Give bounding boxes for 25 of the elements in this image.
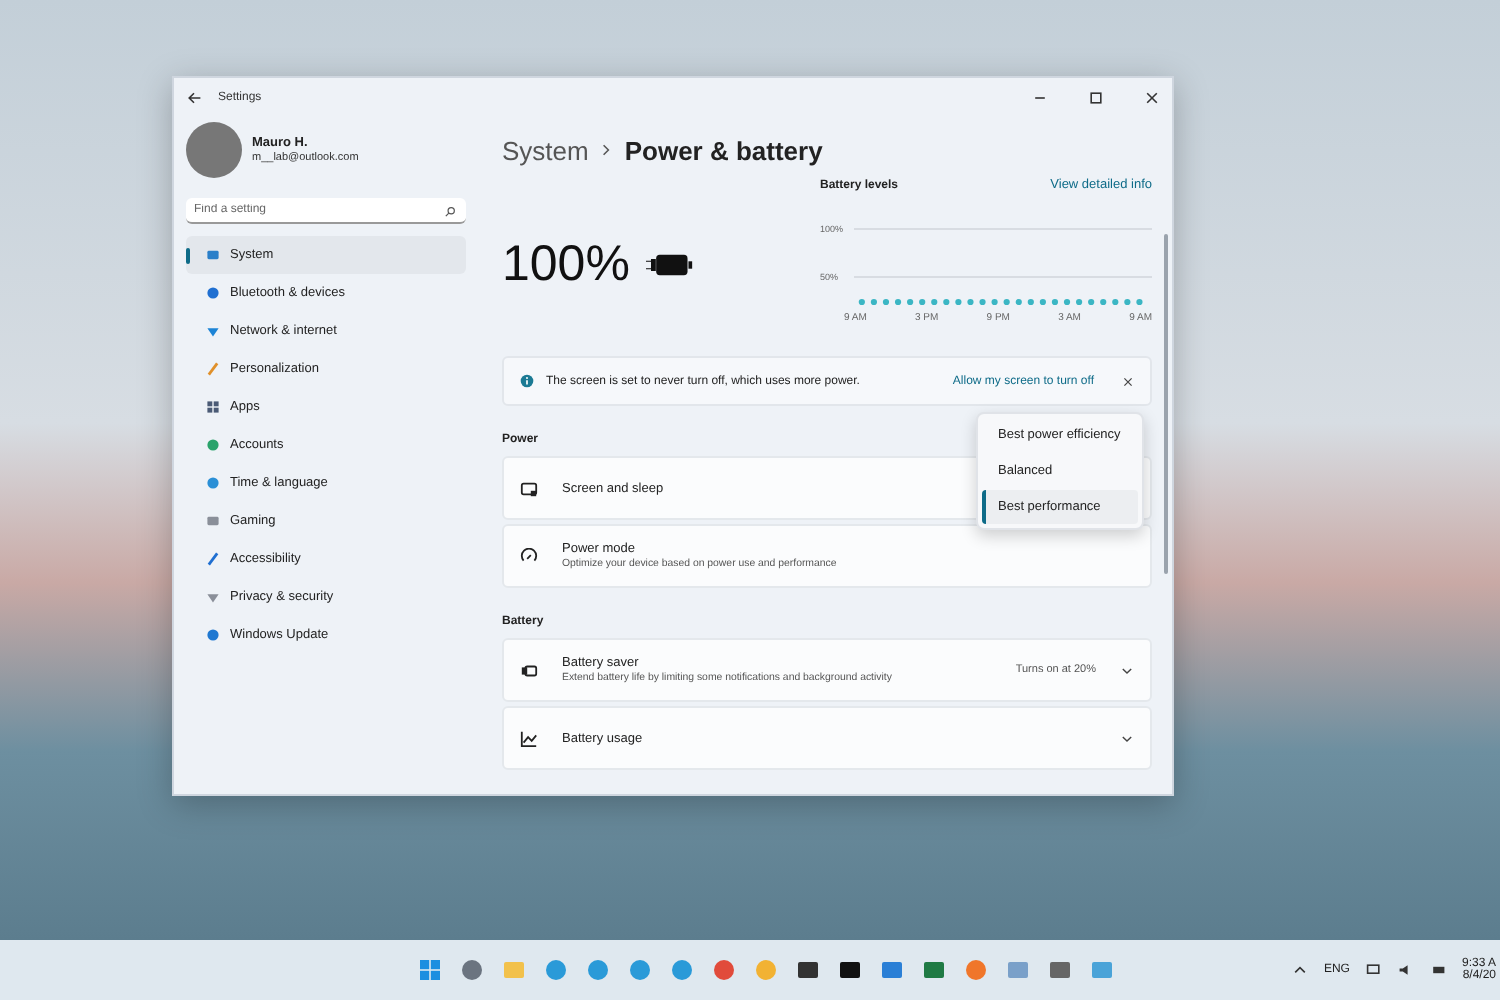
avatar bbox=[186, 122, 242, 178]
close-icon[interactable] bbox=[1144, 90, 1160, 106]
battery-icon[interactable] bbox=[1429, 962, 1446, 978]
search-icon bbox=[444, 205, 456, 217]
charging-battery-icon bbox=[645, 251, 694, 277]
speaker-icon[interactable] bbox=[1397, 962, 1414, 978]
scrollbar[interactable] bbox=[1164, 234, 1168, 574]
chevron-right-icon bbox=[600, 144, 613, 156]
monitor-icon bbox=[206, 248, 220, 262]
apps-icon bbox=[206, 400, 220, 414]
battery-percentage: 100% bbox=[502, 235, 630, 293]
chevron-down-icon[interactable] bbox=[1120, 663, 1134, 677]
battery-saver-icon bbox=[520, 661, 538, 679]
chevron-up-icon[interactable] bbox=[1291, 962, 1308, 978]
maximize-icon[interactable] bbox=[1088, 90, 1104, 106]
power-mode-icon bbox=[520, 547, 538, 565]
info-icon bbox=[520, 374, 534, 388]
close-icon[interactable] bbox=[1122, 375, 1134, 387]
page-title: Power & battery bbox=[624, 135, 823, 165]
back-arrow-icon[interactable] bbox=[186, 90, 202, 106]
chart-line-icon bbox=[520, 729, 538, 747]
breadcrumb-parent[interactable]: System bbox=[502, 135, 589, 165]
start-icon[interactable] bbox=[417, 958, 442, 982]
chevron-down-icon[interactable] bbox=[1120, 731, 1134, 745]
screen-icon bbox=[520, 479, 538, 497]
